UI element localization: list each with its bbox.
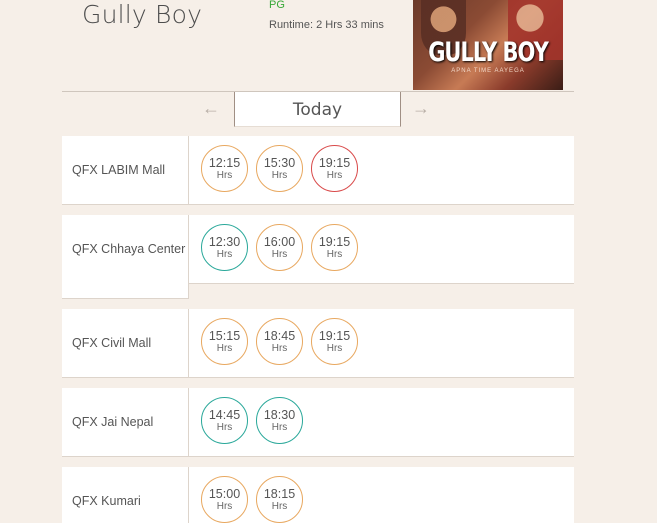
cinema-name: QFX Civil Mall xyxy=(62,309,189,377)
showtime-unit: Hrs xyxy=(271,421,288,433)
showtime-button[interactable]: 16:00 Hrs xyxy=(256,224,303,271)
cinema-name: QFX Jai Nepal xyxy=(62,388,189,456)
showtime-button[interactable]: 19:15 Hrs xyxy=(311,224,358,271)
cinema-name: QFX LABIM Mall xyxy=(62,136,189,204)
showtime-unit: Hrs xyxy=(216,342,233,354)
showtime-time: 19:15 xyxy=(318,155,351,170)
showtime-button[interactable]: 19:15 Hrs xyxy=(311,318,358,365)
showtime-time: 15:00 xyxy=(208,486,241,501)
showtime-button[interactable]: 18:15 Hrs xyxy=(256,476,303,523)
page-edge xyxy=(657,0,668,523)
poster-subtitle: APNA TIME AAYEGA xyxy=(451,68,525,74)
showtime-unit: Hrs xyxy=(326,342,343,354)
showtime-time: 14:45 xyxy=(208,407,241,422)
movie-title: Gully Boy xyxy=(82,0,203,29)
showtime-unit: Hrs xyxy=(271,500,288,512)
showtime-time: 15:15 xyxy=(208,328,241,343)
showtime-unit: Hrs xyxy=(326,169,343,181)
showtime-time: 15:30 xyxy=(263,155,296,170)
arrow-right-icon[interactable]: → xyxy=(412,98,430,119)
cinema-name-extension xyxy=(62,283,189,299)
cinema-row: QFX Kumari 15:00 Hrs 18:15 Hrs xyxy=(62,467,574,523)
showtime-button[interactable]: 18:30 Hrs xyxy=(256,397,303,444)
cinema-row: QFX Jai Nepal 14:45 Hrs 18:30 Hrs xyxy=(62,388,574,457)
movie-poster: GULLY BOY APNA TIME AAYEGA xyxy=(413,0,563,90)
showtime-unit: Hrs xyxy=(326,248,343,260)
runtime-text: Runtime: 2 Hrs 33 mins xyxy=(269,19,384,31)
showtime-time: 18:45 xyxy=(263,328,296,343)
showtime-list: 12:15 Hrs 15:30 Hrs 19:15 Hrs xyxy=(201,145,358,192)
cinema-name: QFX Kumari xyxy=(62,467,189,523)
showtime-unit: Hrs xyxy=(216,248,233,260)
showtime-button[interactable]: 19:15 Hrs xyxy=(311,145,358,192)
showtime-button[interactable]: 15:15 Hrs xyxy=(201,318,248,365)
showtime-time: 18:15 xyxy=(263,486,296,501)
showtime-button[interactable]: 12:30 Hrs xyxy=(201,224,248,271)
rating-badge: PG xyxy=(269,0,285,11)
showtime-list: 15:00 Hrs 18:15 Hrs xyxy=(201,476,303,523)
showtime-list: 14:45 Hrs 18:30 Hrs xyxy=(201,397,303,444)
current-date-tab[interactable]: Today xyxy=(234,92,401,127)
cinema-row: QFX Civil Mall 15:15 Hrs 18:45 Hrs 19:15… xyxy=(62,309,574,378)
showtime-list: 12:30 Hrs 16:00 Hrs 19:15 Hrs xyxy=(201,224,358,271)
date-navigation: ← Today → xyxy=(62,91,574,128)
showtime-button[interactable]: 14:45 Hrs xyxy=(201,397,248,444)
cinema-row: QFX LABIM Mall 12:15 Hrs 15:30 Hrs 19:15… xyxy=(62,136,574,205)
poster-title: GULLY BOY xyxy=(428,37,549,67)
showtime-unit: Hrs xyxy=(216,500,233,512)
showtime-button[interactable]: 15:30 Hrs xyxy=(256,145,303,192)
showtime-button[interactable]: 15:00 Hrs xyxy=(201,476,248,523)
showtime-unit: Hrs xyxy=(271,248,288,260)
showtime-time: 16:00 xyxy=(263,234,296,249)
showtime-time: 19:15 xyxy=(318,234,351,249)
showtime-unit: Hrs xyxy=(216,421,233,433)
showtime-time: 19:15 xyxy=(318,328,351,343)
cinema-row: QFX Chhaya Center 12:30 Hrs 16:00 Hrs 19… xyxy=(62,215,574,284)
showtime-button[interactable]: 18:45 Hrs xyxy=(256,318,303,365)
showtime-list: 15:15 Hrs 18:45 Hrs 19:15 Hrs xyxy=(201,318,358,365)
showtime-unit: Hrs xyxy=(216,169,233,181)
showtime-button[interactable]: 12:15 Hrs xyxy=(201,145,248,192)
showtime-unit: Hrs xyxy=(271,342,288,354)
arrow-left-icon[interactable]: ← xyxy=(202,98,220,119)
showtime-time: 12:30 xyxy=(208,234,241,249)
cinema-name: QFX Chhaya Center xyxy=(62,215,189,283)
showtime-unit: Hrs xyxy=(271,169,288,181)
showtime-time: 12:15 xyxy=(208,155,241,170)
showtime-time: 18:30 xyxy=(263,407,296,422)
